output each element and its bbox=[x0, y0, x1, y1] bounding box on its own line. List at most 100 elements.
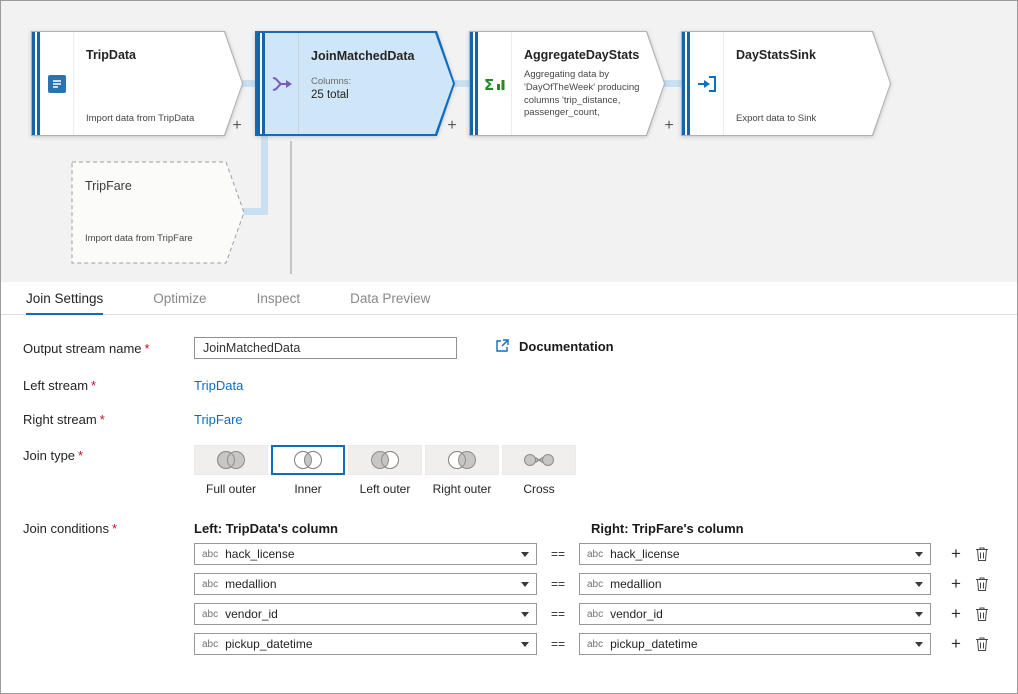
join-type-label: Join type* bbox=[23, 448, 83, 463]
chevron-down-icon bbox=[521, 582, 529, 587]
column-name: medallion bbox=[610, 577, 661, 591]
source-icon bbox=[40, 32, 74, 135]
equals-operator: == bbox=[537, 547, 579, 561]
documentation-label: Documentation bbox=[519, 339, 614, 354]
node-title: TripData bbox=[86, 48, 222, 62]
tab-data-preview[interactable]: Data Preview bbox=[350, 282, 430, 314]
left-column-dropdown[interactable]: abc pickup_datetime bbox=[194, 633, 537, 655]
node-tripfare[interactable]: TripFare Import data from TripFare bbox=[71, 161, 245, 264]
sink-icon bbox=[690, 32, 724, 135]
node-joinmatcheddata[interactable]: JoinMatchedData Columns: 25 total bbox=[255, 31, 455, 136]
join-type-option-label: Inner bbox=[294, 482, 321, 496]
tab-optimize[interactable]: Optimize bbox=[153, 282, 206, 314]
add-condition-button[interactable]: + bbox=[949, 577, 963, 591]
left-column-dropdown[interactable]: abchack_license bbox=[194, 543, 537, 565]
right-stream-value[interactable]: TripFare bbox=[194, 412, 243, 427]
tab-label: Data Preview bbox=[350, 291, 430, 306]
column-name: pickup_datetime bbox=[610, 637, 697, 651]
left-stream-value[interactable]: TripData bbox=[194, 378, 243, 393]
required-asterisk: * bbox=[100, 412, 105, 427]
equals-operator: == bbox=[537, 637, 579, 651]
left-stream-label: Left stream* bbox=[23, 378, 96, 393]
node-daystatssink[interactable]: DayStatsSink Export data to Sink bbox=[681, 31, 891, 136]
add-condition-button[interactable]: + bbox=[949, 637, 963, 651]
type-badge: abc bbox=[587, 549, 603, 560]
add-transformation-button[interactable]: + bbox=[444, 118, 460, 134]
join-type-full-outer[interactable]: Full outer bbox=[194, 445, 268, 496]
tab-join-settings[interactable]: Join Settings bbox=[26, 282, 103, 314]
node-accent-bar bbox=[257, 33, 265, 134]
join-icon bbox=[265, 33, 299, 134]
node-accent-bar bbox=[682, 32, 690, 135]
node-title: DayStatsSink bbox=[736, 48, 870, 62]
output-stream-name-input[interactable] bbox=[194, 337, 457, 359]
chevron-down-icon bbox=[521, 612, 529, 617]
tab-label: Optimize bbox=[153, 291, 206, 306]
trash-icon bbox=[975, 576, 989, 592]
join-type-cross[interactable]: Cross bbox=[502, 445, 576, 496]
delete-condition-button[interactable] bbox=[975, 546, 989, 562]
join-type-inner[interactable]: Inner bbox=[271, 445, 345, 496]
column-name: vendor_id bbox=[225, 607, 278, 621]
trash-icon bbox=[975, 606, 989, 622]
node-accent-bar bbox=[470, 32, 478, 135]
delete-condition-button[interactable] bbox=[975, 636, 989, 652]
delete-condition-button[interactable] bbox=[975, 606, 989, 622]
join-settings-panel: Join Settings Optimize Inspect Data Prev… bbox=[1, 282, 1017, 694]
tab-inspect[interactable]: Inspect bbox=[257, 282, 301, 314]
column-name: pickup_datetime bbox=[225, 637, 312, 651]
right-column-dropdown[interactable]: abc pickup_datetime bbox=[579, 633, 931, 655]
add-condition-button[interactable]: + bbox=[949, 607, 963, 621]
node-title: TripFare bbox=[85, 179, 132, 193]
join-type-left-outer[interactable]: Left outer bbox=[348, 445, 422, 496]
join-conditions-label: Join conditions* bbox=[23, 521, 117, 536]
trash-icon bbox=[975, 636, 989, 652]
label-text: Output stream name bbox=[23, 341, 142, 356]
join-type-option-label: Left outer bbox=[360, 482, 411, 496]
node-columns-label: Columns: bbox=[311, 76, 433, 87]
label-text: Left stream bbox=[23, 378, 88, 393]
cross-join-icon bbox=[520, 448, 558, 472]
left-column-dropdown[interactable]: abcvendor_id bbox=[194, 603, 537, 625]
chevron-down-icon bbox=[521, 642, 529, 647]
join-type-right-outer[interactable]: Right outer bbox=[425, 445, 499, 496]
required-asterisk: * bbox=[112, 521, 117, 536]
dataflow-canvas[interactable]: TripData Import data from TripData JoinM… bbox=[1, 1, 1017, 282]
join-condition-row: abc pickup_datetime == abc pickup_datetime… bbox=[194, 633, 989, 655]
output-stream-name-label: Output stream name* bbox=[23, 341, 150, 356]
node-accent-bar bbox=[32, 32, 40, 135]
type-badge: abc bbox=[202, 579, 218, 590]
column-name: vendor_id bbox=[610, 607, 663, 621]
documentation-link[interactable]: Documentation bbox=[494, 338, 614, 354]
label-text: Join conditions bbox=[23, 521, 109, 536]
required-asterisk: * bbox=[145, 341, 150, 356]
column-name: hack_license bbox=[610, 547, 679, 561]
right-column-dropdown[interactable]: abcvendor_id bbox=[579, 603, 931, 625]
node-columns-value: 25 total bbox=[311, 89, 433, 101]
add-transformation-button[interactable]: + bbox=[661, 118, 677, 134]
left-column-dropdown[interactable]: abcmedallion bbox=[194, 573, 537, 595]
settings-tabbar: Join Settings Optimize Inspect Data Prev… bbox=[1, 282, 1017, 315]
join-type-option-label: Right outer bbox=[433, 482, 492, 496]
right-column-dropdown[interactable]: abcmedallion bbox=[579, 573, 931, 595]
add-transformation-button[interactable]: + bbox=[229, 118, 245, 134]
node-aggregatedaystats[interactable]: Σ AggregateDayStats Aggregating data by … bbox=[469, 31, 665, 136]
node-description: Import data from TripData bbox=[86, 113, 222, 128]
trash-icon bbox=[975, 546, 989, 562]
open-documentation-icon bbox=[494, 338, 510, 354]
venn-left-outer-icon bbox=[366, 448, 404, 472]
tab-label: Inspect bbox=[257, 291, 301, 306]
type-badge: abc bbox=[587, 639, 603, 650]
join-condition-row: abcmedallion == abcmedallion + bbox=[194, 573, 989, 595]
node-title: AggregateDayStats bbox=[524, 48, 644, 62]
right-column-dropdown[interactable]: abc hack_license bbox=[579, 543, 931, 565]
type-badge: abc bbox=[202, 639, 218, 650]
label-text: Right stream bbox=[23, 412, 97, 427]
node-tripdata[interactable]: TripData Import data from TripData bbox=[31, 31, 243, 136]
join-condition-row: abchack_license == abchack_license + bbox=[194, 543, 989, 565]
add-condition-button[interactable]: + bbox=[949, 547, 963, 561]
column-name: hack_license bbox=[225, 547, 294, 561]
canvas-divider bbox=[290, 141, 292, 274]
delete-condition-button[interactable] bbox=[975, 576, 989, 592]
node-title: JoinMatchedData bbox=[311, 49, 433, 63]
